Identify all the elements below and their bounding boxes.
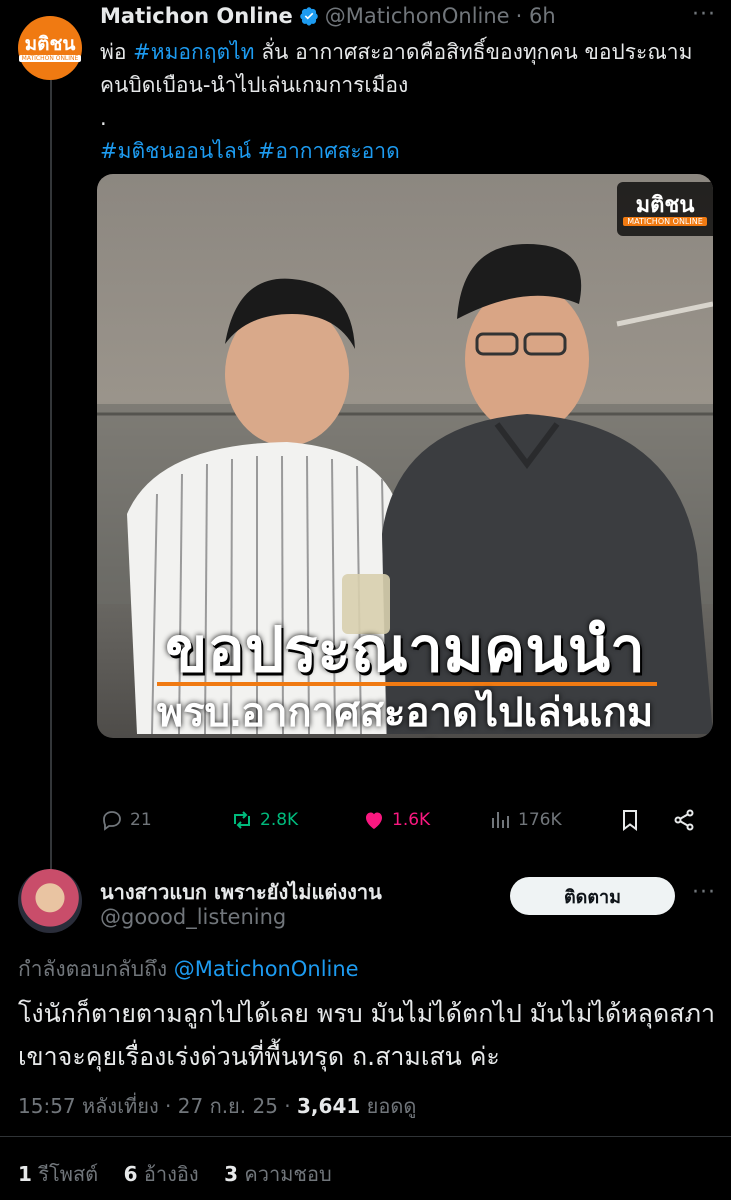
hashtag-link[interactable]: #อากาศสะอาด: [258, 139, 400, 163]
tweet-text: พ่อ #หมอกฤตไท ลั่น อากาศสะอาดคือสิทธิ์ขอ…: [100, 36, 720, 168]
author-name[interactable]: นางสาวแบก เพราะยังไม่แต่งงาน: [100, 876, 382, 908]
logo-subtext: MATICHON ONLINE: [623, 216, 707, 226]
tweet-text-dot: .: [100, 106, 107, 130]
tweet-text-prefix: พ่อ: [100, 40, 134, 64]
thread-line: [50, 80, 52, 875]
image-caption-line2: พรบ.อากาศสะอาดไปเล่นเกมการเมือง: [156, 691, 654, 735]
author-name[interactable]: Matichon Online: [100, 4, 293, 28]
quotes-stat[interactable]: 6 อ้างอิง: [124, 1162, 199, 1186]
engagement-stats: 1 รีโพสต์ 6 อ้างอิง 3 ความชอบ: [18, 1158, 332, 1190]
views-icon: [492, 812, 509, 828]
tweet-header: Matichon Online @MatichonOnline · 6h: [100, 4, 556, 28]
like-icon: [366, 812, 382, 829]
avatar[interactable]: มติชน MATICHON ONLINE: [18, 16, 82, 80]
quotes-label: อ้างอิง: [137, 1162, 199, 1186]
logo-text: มติชน: [635, 191, 695, 218]
retweets-label: รีโพสต์: [31, 1162, 99, 1186]
views-count: 3,641: [297, 1094, 361, 1118]
more-icon[interactable]: ···: [692, 2, 716, 27]
tweet-meta: 15:57 หลังเที่ยง · 27 ก.ย. 25 · 3,641 ยอ…: [18, 1090, 416, 1122]
retweets-count: 1: [18, 1162, 32, 1186]
caption-divider: [157, 682, 657, 686]
views-button[interactable]: 176K: [488, 808, 562, 832]
retweet-button[interactable]: 2.8K: [230, 808, 298, 832]
reply-icon: [103, 811, 121, 831]
hashtag-link[interactable]: #หมอกฤตไท: [133, 40, 254, 64]
tweet-actions: 21 2.8K 1.6K 176K: [100, 808, 710, 838]
views-label: ยอดดู: [360, 1094, 417, 1118]
share-button[interactable]: [672, 808, 696, 832]
retweets-stat[interactable]: 1 รีโพสต์: [18, 1162, 98, 1186]
like-button[interactable]: 1.6K: [362, 808, 430, 832]
likes-count: 3: [224, 1162, 239, 1186]
reply-text: โง่นักก็ตายตามลูกไปได้เลย พรบ มันไม่ได้ต…: [18, 999, 715, 1071]
author-handle[interactable]: @MatichonOnline: [325, 4, 510, 28]
bookmark-icon: [623, 810, 637, 831]
timestamp[interactable]: 15:57 หลังเที่ยง · 27 ก.ย. 25 ·: [18, 1094, 297, 1118]
avatar-logo-subtext: MATICHON ONLINE: [18, 55, 82, 62]
quotes-count: 6: [123, 1162, 138, 1186]
likes-label: ความชอบ: [238, 1162, 332, 1186]
follow-button[interactable]: ติดตาม: [510, 877, 675, 915]
avatar[interactable]: [18, 869, 82, 933]
tweet-image[interactable]: มติชน MATICHON ONLINE ขอประณามคนนำ พรบ.อ…: [97, 174, 713, 738]
views-count: 176K: [518, 810, 562, 830]
bookmark-button[interactable]: [618, 808, 642, 832]
reply-count: 21: [130, 810, 152, 830]
like-count: 1.6K: [392, 810, 431, 830]
avatar-logo-text: มติชน: [24, 33, 76, 55]
tweet-time[interactable]: · 6h: [516, 4, 556, 28]
mention-link[interactable]: @MatichonOnline: [174, 957, 359, 981]
author-handle[interactable]: @goood_listening: [100, 905, 286, 929]
retweet-count: 2.8K: [260, 810, 299, 830]
image-caption-line1: ขอประณามคนนำ: [165, 616, 645, 685]
replying-to-label: กำลังตอบกลับถึง: [18, 957, 174, 981]
reply-button[interactable]: 21: [100, 808, 152, 832]
hashtag-link[interactable]: #มติชนออนไลน์: [100, 139, 251, 163]
share-icon: [674, 809, 694, 831]
divider: [0, 1136, 731, 1137]
likes-stat[interactable]: 3 ความชอบ: [224, 1162, 332, 1186]
verified-badge-icon: [300, 7, 318, 26]
replying-to: กำลังตอบกลับถึง @MatichonOnline: [18, 953, 359, 986]
brand-logo: มติชน MATICHON ONLINE: [617, 182, 713, 236]
more-icon[interactable]: ···: [692, 880, 716, 905]
retweet-icon: [234, 811, 250, 829]
